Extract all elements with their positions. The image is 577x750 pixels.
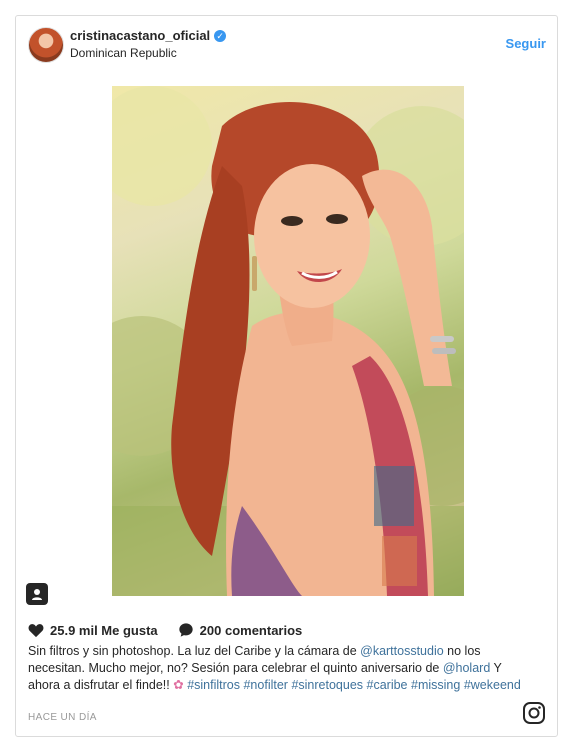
comments-count[interactable]: 200 comentarios: [200, 623, 303, 638]
hashtag[interactable]: #caribe: [367, 678, 408, 692]
likes-stat[interactable]: 25.9 mil Me gusta: [28, 623, 158, 638]
comment-icon[interactable]: [178, 622, 194, 638]
comments-stat[interactable]: 200 comentarios: [178, 622, 303, 638]
person-silhouette-icon: [32, 589, 42, 600]
verified-badge-icon: ✓: [214, 29, 227, 42]
post-stats: 25.9 mil Me gusta 200 comentarios: [28, 622, 322, 638]
username-row[interactable]: cristinacastano_oficial ✓: [70, 28, 227, 43]
hashtag[interactable]: #nofilter: [243, 678, 287, 692]
likes-count[interactable]: 25.9 mil Me gusta: [50, 623, 158, 638]
post-header: cristinacastano_oficial ✓ Dominican Repu…: [16, 16, 557, 76]
post-photo[interactable]: [112, 86, 464, 596]
flower-emoji-icon: ✿: [173, 678, 184, 692]
hashtag[interactable]: #wekeend: [464, 678, 521, 692]
post-caption: Sin filtros y sin photoshop. La luz del …: [28, 643, 528, 694]
heart-icon[interactable]: [28, 623, 44, 638]
post-timestamp[interactable]: HACE UN DÍA: [28, 712, 97, 723]
tag-people-icon[interactable]: [26, 583, 48, 605]
follow-button[interactable]: Seguir: [506, 36, 546, 51]
instagram-logo-icon[interactable]: [522, 701, 546, 725]
mention-karttosstudio[interactable]: @karttosstudio: [360, 644, 444, 658]
hashtag[interactable]: #missing: [411, 678, 460, 692]
hashtag[interactable]: #sinretoques: [291, 678, 363, 692]
caption-text-1: Sin filtros y sin photoshop. La luz del …: [28, 644, 361, 658]
post-location[interactable]: Dominican Republic: [70, 46, 177, 60]
portrait-illustration: [112, 86, 464, 596]
hashtag[interactable]: #sinfiltros: [187, 678, 240, 692]
username[interactable]: cristinacastano_oficial: [70, 28, 210, 43]
user-avatar[interactable]: [28, 27, 64, 63]
instagram-post-card: cristinacastano_oficial ✓ Dominican Repu…: [15, 15, 558, 737]
mention-holard[interactable]: @holard: [443, 661, 490, 675]
